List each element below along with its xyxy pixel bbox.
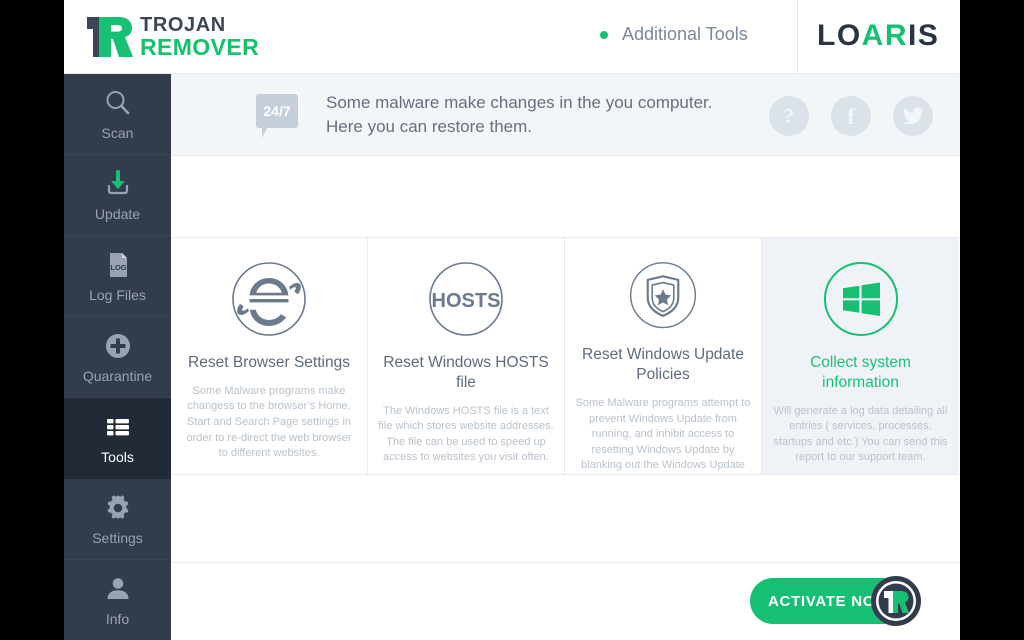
trojan-remover-logo-icon: [85, 13, 135, 61]
internet-explorer-icon: [231, 261, 307, 337]
facebook-button[interactable]: f: [831, 96, 871, 136]
status-dot-green-icon: [600, 31, 608, 39]
sidebar-item-tools[interactable]: Tools: [64, 398, 171, 479]
tools-card-grid: Reset Browser Settings Some Malware prog…: [171, 237, 960, 475]
sidebar-item-info[interactable]: Info: [64, 560, 171, 640]
download-icon: [103, 169, 133, 199]
tool-card-title: Reset Windows Update Policies: [565, 345, 761, 385]
notice-bar: 24/7 Some malware make changes in the yo…: [171, 74, 960, 156]
sidebar-label-tools: Tools: [101, 449, 134, 465]
loaris-part-3: IS: [908, 19, 939, 53]
twitter-icon: [903, 107, 924, 125]
loaris-part-2: AR: [862, 19, 908, 53]
notice-message: Some malware make changes in the you com…: [326, 91, 712, 139]
support-badge: 24/7: [256, 94, 298, 128]
loaris-part-1: LO: [817, 19, 862, 53]
trojan-remover-badge-icon[interactable]: [870, 575, 922, 627]
tool-card-reset-windows-update-policies[interactable]: Reset Windows Update Policies Some Malwa…: [565, 237, 762, 475]
sidebar-label-settings: Settings: [92, 530, 143, 546]
list-grid-icon: [103, 412, 133, 442]
footer-divider: [171, 562, 960, 563]
svg-text:HOSTS: HOSTS: [432, 290, 501, 312]
application-window: TROJAN REMOVER Additional Tools LOARIS S…: [64, 0, 960, 640]
facebook-icon: f: [847, 105, 855, 128]
header-divider: [797, 0, 798, 74]
sidebar-label-scan: Scan: [102, 125, 134, 141]
tool-card-title: Reset Browser Settings: [180, 353, 358, 373]
sidebar-item-quarantine[interactable]: Quarantine: [64, 317, 171, 398]
sidebar-label-quarantine: Quarantine: [83, 368, 152, 384]
sidebar-item-log-files[interactable]: LOG Log Files: [64, 236, 171, 317]
magnifier-icon: [103, 88, 133, 118]
sidebar-label-log-files: Log Files: [89, 287, 146, 303]
person-icon: [103, 574, 133, 604]
tool-card-title: Reset Windows HOSTS file: [368, 353, 564, 393]
loaris-logo: LOARIS: [817, 19, 939, 53]
hosts-file-icon: HOSTS: [428, 261, 504, 337]
app-header: TROJAN REMOVER Additional Tools LOARIS: [64, 0, 960, 74]
shield-star-icon: [625, 261, 701, 329]
help-icon: ?: [784, 104, 795, 129]
tool-card-description: Will generate a log data detailing all e…: [762, 404, 959, 466]
brand-line-trojan: TROJAN: [140, 15, 259, 35]
tool-card-description: Some Malware programs make changess to t…: [171, 384, 367, 462]
windows-logo-icon: [823, 261, 899, 337]
brand-line-remover: REMOVER: [140, 36, 259, 59]
sidebar-item-settings[interactable]: Settings: [64, 479, 171, 560]
tool-card-reset-browser-settings[interactable]: Reset Browser Settings Some Malware prog…: [171, 237, 368, 475]
sidebar-item-update[interactable]: Update: [64, 155, 171, 236]
sidebar-item-scan[interactable]: Scan: [64, 74, 171, 155]
sidebar-label-info: Info: [106, 611, 129, 627]
tool-card-collect-system-information[interactable]: Collect system information Will generate…: [762, 237, 959, 475]
gear-icon: [103, 493, 133, 523]
notice-line-1: Some malware make changes in the you com…: [326, 91, 712, 115]
tool-card-title: Collect system information: [762, 353, 959, 393]
tool-card-description: The Windows HOSTS file is a text file wh…: [368, 404, 564, 466]
tool-card-description: Some Malware programs attempt to prevent…: [565, 396, 761, 474]
notice-line-2: Here you can restore them.: [326, 115, 712, 139]
brand-wordmark: TROJAN REMOVER: [140, 15, 259, 59]
tool-card-reset-windows-hosts-file[interactable]: HOSTS Reset Windows HOSTS file The Windo…: [368, 237, 565, 475]
twitter-button[interactable]: [893, 96, 933, 136]
help-button[interactable]: ?: [769, 96, 809, 136]
svg-text:LOG: LOG: [110, 263, 126, 272]
brand-logo: TROJAN REMOVER: [85, 13, 259, 61]
plus-circle-icon: [103, 331, 133, 361]
activate-now-area: ACTIVATE NOW: [750, 578, 928, 624]
social-links: ? f: [769, 96, 933, 136]
sidebar-label-update: Update: [95, 206, 140, 222]
additional-tools-label: Additional Tools: [622, 24, 748, 45]
sidebar-navigation: Scan Update LOG Log Files Q: [64, 74, 171, 640]
log-file-icon: LOG: [103, 250, 133, 280]
additional-tools-link[interactable]: Additional Tools: [600, 24, 748, 45]
